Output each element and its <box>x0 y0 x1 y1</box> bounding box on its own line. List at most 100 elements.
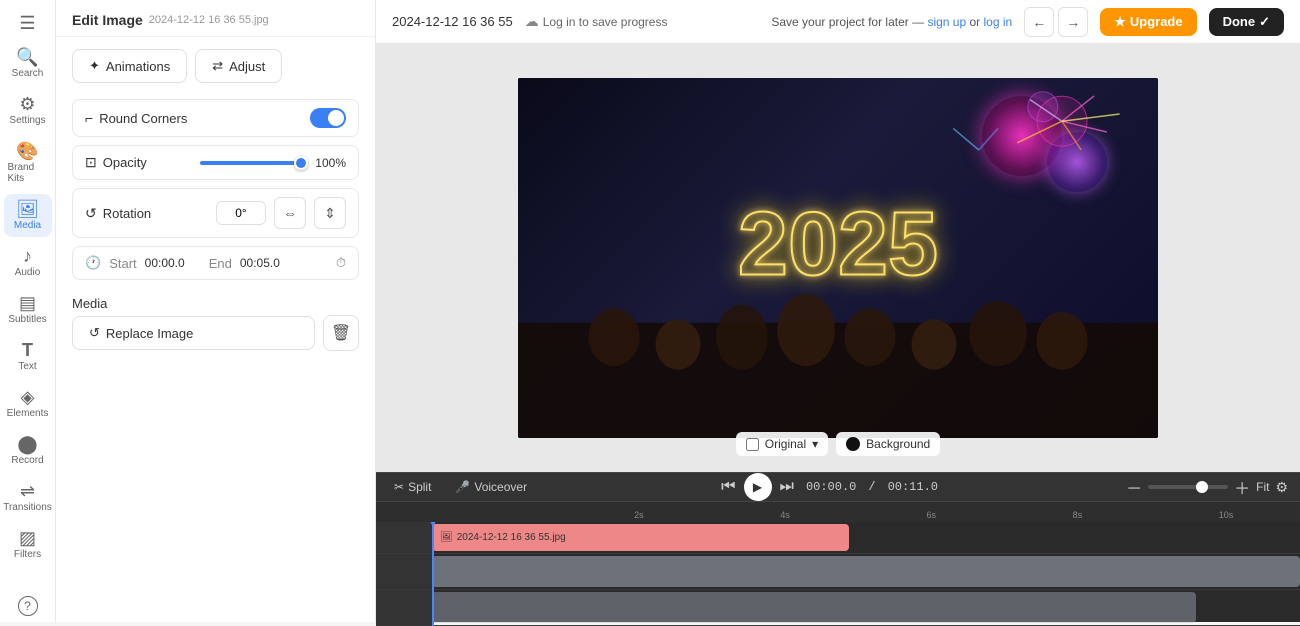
start-value: 00:00.0 <box>145 256 185 270</box>
zoom-thumb[interactable] <box>1196 481 1208 493</box>
opacity-slider[interactable] <box>200 161 307 165</box>
image-clip[interactable]: 🖼 2024-12-12 16 36 55.jpg <box>432 524 849 551</box>
end-label: End <box>209 256 232 271</box>
filename-label: 2024-12-12 16 36 55.jpg <box>149 14 269 26</box>
panel-controls: ⌐ Round Corners ⊡ Opacity 100% ↺ Rotatio… <box>56 91 375 288</box>
elements-icon: ◈ <box>21 388 35 406</box>
zoom-out-btn[interactable]: － <box>1126 475 1142 499</box>
trash-icon: 🗑 <box>331 323 351 343</box>
media-section-title: Media <box>56 288 375 315</box>
flip-vertical-btn[interactable]: ⇕ <box>314 197 346 229</box>
panel-title: Edit Image 2024-12-12 16 36 55.jpg <box>72 12 359 28</box>
tab-animations[interactable]: ✦ Animations <box>72 49 187 83</box>
timeline-toolbar: ✂ Split 🎤 Voiceover ⏮ ▶ ⏭ 00:00.0 / 00:1… <box>376 473 1300 502</box>
canvas-controls: Original ▾ Background <box>736 432 940 456</box>
bg-clip[interactable] <box>432 556 1300 587</box>
svg-text:2025: 2025 <box>738 195 938 295</box>
background-btn[interactable]: Background <box>836 432 940 456</box>
transitions-icon: ⇌ <box>20 482 35 500</box>
sidebar-item-menu[interactable]: ☰ <box>4 8 52 38</box>
total-time: 00:11.0 <box>888 480 938 494</box>
dropdown-icon: ▾ <box>812 437 818 451</box>
delete-btn[interactable]: 🗑 <box>323 315 359 351</box>
replace-image-btn[interactable]: ↺ Replace Image <box>72 316 315 350</box>
original-checkbox-group[interactable]: Original ▾ <box>736 432 828 456</box>
sidebar-item-brand[interactable]: 🎨 Brand Kits <box>4 136 52 190</box>
sidebar-item-filters[interactable]: ▨ Filters <box>4 523 52 566</box>
sidebar-item-label: Transitions <box>3 502 52 513</box>
opacity-icon: ⊡ <box>85 154 97 171</box>
panel-tabs: ✦ Animations ⇄ Adjust <box>56 37 375 91</box>
menu-icon: ☰ <box>19 14 35 32</box>
flip-h-icon: ⇔ <box>283 205 297 221</box>
cloud-icon: ☁ <box>525 13 539 30</box>
rotation-icon: ↺ <box>85 205 97 222</box>
round-corners-icon: ⌐ <box>85 110 93 126</box>
sidebar-item-media[interactable]: 🖼 Media <box>4 194 52 237</box>
zoom-in-btn[interactable]: ＋ <box>1234 475 1250 499</box>
sidebar-item-label: Audio <box>15 267 41 278</box>
skip-forward-btn[interactable]: ⏭ <box>780 478 794 496</box>
sidebar-item-elements[interactable]: ◈ Elements <box>4 382 52 425</box>
done-button[interactable]: Done ✓ <box>1209 8 1284 36</box>
image-icon: 🖼 <box>440 532 453 543</box>
sidebar-item-help[interactable]: ? <box>4 590 52 622</box>
sidebar-item-transitions[interactable]: ⇌ Transitions <box>4 476 52 519</box>
split-icon: ✂ <box>394 480 404 494</box>
ruler-marks: 2s 4s 6s 8s 10s <box>488 502 1300 522</box>
current-time: 00:00.0 <box>806 480 856 494</box>
fireworks-svg: 2025 <box>518 78 1158 438</box>
flip-horizontal-btn[interactable]: ⇔ <box>274 197 306 229</box>
round-corners-label: ⌐ Round Corners <box>85 110 302 126</box>
original-label: Original <box>765 437 806 451</box>
brand-icon: 🎨 <box>16 142 38 160</box>
clip-name: 2024-12-12 16 36 55.jpg <box>457 532 566 543</box>
sidebar-item-label: Filters <box>14 549 41 560</box>
ruler-mark-6s: 6s <box>926 510 936 520</box>
flip-v-icon: ⇕ <box>324 205 336 222</box>
rotation-input[interactable] <box>216 201 266 225</box>
play-btn[interactable]: ▶ <box>744 473 772 501</box>
sidebar-item-search[interactable]: 🔍 Search <box>4 42 52 85</box>
track-content-1: 🖼 2024-12-12 16 36 55.jpg <box>432 522 1300 553</box>
timeline-settings-btn[interactable]: ⚙ <box>1275 479 1288 496</box>
track-row-3 <box>376 590 1300 626</box>
sidebar-item-audio[interactable]: ♪ Audio <box>4 241 52 284</box>
fit-btn[interactable]: Fit <box>1256 480 1269 494</box>
round-corners-control: ⌐ Round Corners <box>72 99 359 137</box>
redo-btn[interactable]: → <box>1058 7 1088 37</box>
sidebar-item-label: Elements <box>7 408 49 419</box>
opacity-value: 100% <box>314 156 346 170</box>
audio-icon: ♪ <box>23 247 32 265</box>
edit-panel: Edit Image 2024-12-12 16 36 55.jpg ✦ Ani… <box>56 0 376 622</box>
upgrade-button[interactable]: ★ Upgrade <box>1100 8 1196 36</box>
top-bar: 2024-12-12 16 36 55 ☁ Log in to save pro… <box>376 0 1300 44</box>
sign-up-link[interactable]: sign up <box>927 15 966 29</box>
canvas-image: 2025 <box>518 78 1158 438</box>
main-area: 2024-12-12 16 36 55 ☁ Log in to save pro… <box>376 0 1300 622</box>
save-later-text: Save your project for later — sign up or… <box>771 15 1012 29</box>
timestamp: 2024-12-12 16 36 55 <box>392 14 513 29</box>
log-in-link[interactable]: log in <box>984 15 1013 29</box>
round-corners-toggle[interactable] <box>310 108 346 128</box>
skip-back-btn[interactable]: ⏮ <box>721 478 735 496</box>
voiceover-btn[interactable]: 🎤 Voiceover <box>449 476 533 498</box>
animations-icon: ✦ <box>89 58 100 74</box>
playhead[interactable] <box>432 522 434 626</box>
undo-btn[interactable]: ← <box>1024 7 1054 37</box>
tab-adjust[interactable]: ⇄ Adjust <box>195 49 282 83</box>
settings-icon: ⚙ <box>19 95 35 113</box>
sidebar-item-text[interactable]: T Text <box>4 335 52 378</box>
sidebar-item-subtitles[interactable]: ▤ Subtitles <box>4 288 52 331</box>
split-btn[interactable]: ✂ Split <box>388 476 437 498</box>
zoom-slider[interactable] <box>1148 485 1228 489</box>
ruler-mark-8s: 8s <box>1073 510 1083 520</box>
opacity-slider-thumb[interactable] <box>294 156 308 170</box>
canvas-area: 2025 <box>376 44 1300 472</box>
sidebar-item-settings[interactable]: ⚙ Settings <box>4 89 52 132</box>
clip-3[interactable] <box>432 592 1196 623</box>
sidebar-item-record[interactable]: ⬤ Record <box>4 429 52 472</box>
mic-icon: 🎤 <box>455 480 470 494</box>
sidebar-item-label: Search <box>12 68 44 79</box>
original-checkbox[interactable] <box>746 438 759 451</box>
